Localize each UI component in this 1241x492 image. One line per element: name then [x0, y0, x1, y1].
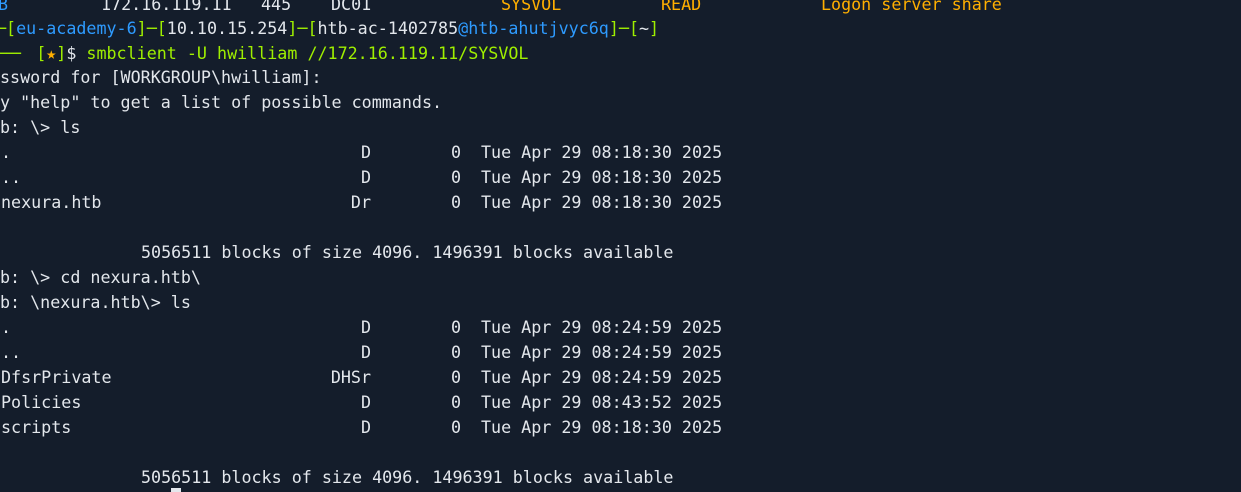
blocks-summary: 5056511 blocks of size 4096. 1496391 blo… — [141, 242, 674, 262]
share-row-comment: Logon server share — [821, 0, 1002, 14]
prompt-user: htb-ac-1402785 — [317, 18, 459, 38]
share-row-share: SYSVOL — [501, 0, 562, 14]
star-icon: ★ — [46, 43, 57, 63]
file-attr: DHSr — [330, 367, 371, 387]
list-item: scripts D 0 Tue Apr 29 08:18:30 2025 — [0, 415, 1241, 440]
file-name: DfsrPrivate — [1, 367, 112, 387]
file-date: Tue Apr 29 08:24:59 2025 — [481, 342, 723, 362]
smb-command-ls: b: \nexura.htb\> ls — [0, 292, 191, 312]
prompt-region: eu-academy-6 — [16, 18, 137, 38]
file-date: Tue Apr 29 08:24:59 2025 — [481, 367, 723, 387]
prompt-symbol: $ — [66, 43, 77, 63]
file-attr: D — [360, 417, 371, 437]
password-prompt: ssword for [WORKGROUP\hwilliam]: — [0, 67, 322, 87]
help-hint: y "help" to get a list of possible comma… — [0, 92, 443, 112]
file-date: Tue Apr 29 08:18:30 2025 — [481, 167, 723, 187]
file-attr: D — [360, 317, 371, 337]
file-name: .. — [1, 342, 22, 362]
file-size: 0 — [450, 192, 461, 212]
file-size: 0 — [450, 342, 461, 362]
list-item: . D 0 Tue Apr 29 08:18:30 2025 — [0, 140, 1241, 165]
file-date: Tue Apr 29 08:18:30 2025 — [481, 417, 723, 437]
file-size: 0 — [450, 367, 461, 387]
prompt-separator: ─ — [297, 18, 308, 38]
prompt-arrow: ──╴ — [0, 43, 27, 63]
file-size: 0 — [450, 317, 461, 337]
file-attr: D — [360, 392, 371, 412]
file-name: scripts — [1, 417, 72, 437]
file-size: 0 — [450, 417, 461, 437]
text-cursor — [171, 488, 181, 492]
file-name: .. — [1, 167, 22, 187]
share-row-access: READ — [661, 0, 702, 14]
terminal-window[interactable]: B 172.16.119.11 445 DC01 SYSVOL READ Log… — [0, 0, 1241, 492]
list-item: . D 0 Tue Apr 29 08:24:59 2025 — [0, 315, 1241, 340]
prompt-header: ─[eu-academy-6]─[10.10.15.254]─[htb-ac-1… — [0, 16, 659, 41]
prompt-path: ~ — [639, 18, 650, 38]
list-item: .. D 0 Tue Apr 29 08:18:30 2025 — [0, 165, 1241, 190]
smb-command-ls: b: \> ls — [0, 117, 81, 137]
list-item: nexura.htb Dr 0 Tue Apr 29 08:18:30 2025 — [0, 190, 1241, 215]
file-name: Policies — [1, 392, 82, 412]
prompt-ip: 10.10.15.254 — [166, 18, 288, 38]
command-text: smbclient -U hwilliam //172.16.119.11/SY… — [86, 43, 529, 63]
smb-command-cd: b: \> cd nexura.htb\ — [0, 267, 201, 287]
file-attr: Dr — [350, 192, 371, 212]
list-item: DfsrPrivate DHSr 0 Tue Apr 29 08:24:59 2… — [0, 365, 1241, 390]
list-item: Policies D 0 Tue Apr 29 08:43:52 2025 — [0, 390, 1241, 415]
prompt-separator: ─ — [146, 18, 157, 38]
file-size: 0 — [450, 167, 461, 187]
share-row-host: DC01 — [331, 0, 372, 14]
file-date: Tue Apr 29 08:18:30 2025 — [481, 142, 723, 162]
prompt-host: htb-ahutjvyc6q — [468, 18, 609, 38]
share-row-port: 445 — [261, 0, 292, 14]
file-attr: D — [360, 167, 371, 187]
file-name: . — [1, 142, 12, 162]
list-item: .. D 0 Tue Apr 29 08:24:59 2025 — [0, 340, 1241, 365]
file-size: 0 — [450, 392, 461, 412]
file-size: 0 — [450, 142, 461, 162]
share-row-col1: B — [0, 0, 9, 14]
file-name: nexura.htb — [1, 192, 102, 212]
file-attr: D — [360, 142, 371, 162]
file-date: Tue Apr 29 08:24:59 2025 — [481, 317, 723, 337]
share-row: B 172.16.119.11 445 DC01 SYSVOL READ Log… — [0, 0, 1002, 17]
file-name: . — [1, 317, 12, 337]
command-line: ──╴ [★]$ smbclient -U hwilliam //172.16.… — [0, 41, 528, 66]
prompt-separator: ─ — [618, 18, 629, 38]
prompt-at: @ — [458, 18, 469, 38]
file-date: Tue Apr 29 08:18:30 2025 — [481, 192, 723, 212]
file-attr: D — [360, 342, 371, 362]
share-row-ip: 172.16.119.11 — [101, 0, 232, 14]
file-date: Tue Apr 29 08:43:52 2025 — [481, 392, 723, 412]
blocks-summary: 5056511 blocks of size 4096. 1496391 blo… — [141, 467, 674, 487]
